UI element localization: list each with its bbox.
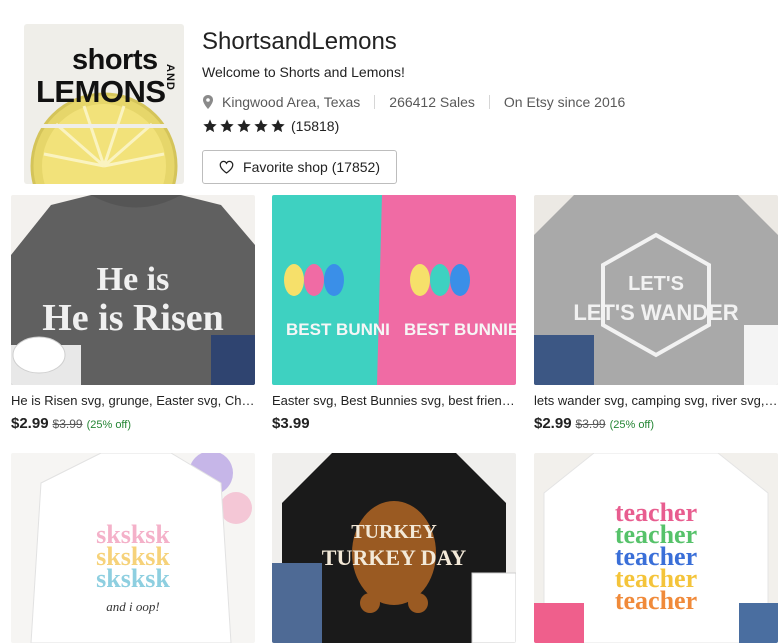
shop-meta: Kingwood Area, Texas 266412 Sales On Ets… xyxy=(202,94,625,110)
shop-page: shorts LEMONS AND ShortsandLemons Welcom… xyxy=(0,0,779,643)
star-icon xyxy=(271,119,285,133)
svg-text:He is: He is xyxy=(97,261,170,298)
shop-since: On Etsy since 2016 xyxy=(503,94,626,110)
shop-tagline: Welcome to Shorts and Lemons! xyxy=(202,64,405,80)
price: $2.99 xyxy=(534,415,572,432)
price-row: $2.99 $3.99 (25% off) xyxy=(534,415,654,432)
listing-image[interactable]: TURKEY TURKEY DAY xyxy=(272,453,516,643)
discount-badge: (25% off) xyxy=(86,419,132,431)
heart-icon xyxy=(219,160,234,174)
listing-image-text: sksksk xyxy=(96,564,170,593)
listing-image[interactable]: LET'S LET'S WANDER xyxy=(534,195,778,385)
logo-text-shorts: shorts xyxy=(72,44,158,76)
listing-image[interactable]: teacher teacher teacher teacher teacher xyxy=(534,453,778,643)
location-pin-icon xyxy=(203,95,213,109)
listing-image[interactable]: He is He is Risen xyxy=(11,195,255,385)
price: $3.99 xyxy=(272,415,310,432)
favorite-shop-label: Favorite shop (17852) xyxy=(243,159,380,175)
star-icon xyxy=(237,119,251,133)
listing-title[interactable]: He is Risen svg, grunge, Easter svg, Chr… xyxy=(11,393,255,408)
price-row: $2.99 $3.99 (25% off) xyxy=(11,415,131,432)
listing-title[interactable]: lets wander svg, camping svg, river svg,… xyxy=(534,393,778,408)
star-icon xyxy=(220,119,234,133)
listing-image[interactable]: sksksk sksksk sksksk and i oop! xyxy=(11,453,255,643)
listing-title[interactable]: Easter svg, Best Bunnies svg, best frien… xyxy=(272,393,516,408)
shop-rating[interactable]: (15818) xyxy=(202,118,339,134)
logo-text-lemons: LEMONS xyxy=(36,74,166,109)
price: $2.99 xyxy=(11,415,49,432)
listing-image-subtext: and i oop! xyxy=(106,599,159,614)
listing-image-text: teacher xyxy=(615,586,697,615)
original-price: $3.99 xyxy=(575,417,606,431)
star-icon xyxy=(254,119,268,133)
svg-text:LET'S: LET'S xyxy=(628,273,684,295)
shop-location: Kingwood Area, Texas xyxy=(202,94,360,110)
meta-divider xyxy=(488,95,490,109)
listing-image[interactable]: BEST BUNNI BEST BUNNIES xyxy=(272,195,516,385)
svg-text:BEST BUNNI: BEST BUNNI xyxy=(286,320,390,339)
original-price: $3.99 xyxy=(52,417,83,431)
shop-location-text: Kingwood Area, Texas xyxy=(222,94,361,110)
listing-image-text: He is Risen xyxy=(42,297,224,339)
price-row: $3.99 xyxy=(272,415,310,432)
shop-sales[interactable]: 266412 Sales xyxy=(389,94,475,110)
listing-image-text: LET'S WANDER xyxy=(573,300,738,325)
svg-text:TURKEY: TURKEY xyxy=(351,521,437,543)
star-icon xyxy=(203,119,217,133)
favorite-shop-button[interactable]: Favorite shop (17852) xyxy=(202,150,397,184)
discount-badge: (25% off) xyxy=(609,419,655,431)
shop-name[interactable]: ShortsandLemons xyxy=(202,28,397,56)
shop-logo[interactable]: shorts LEMONS AND xyxy=(24,24,184,184)
rating-stars xyxy=(202,118,286,134)
listing-image-text: BEST BUNNIES xyxy=(404,320,516,339)
rating-count: (15818) xyxy=(291,118,340,134)
meta-divider xyxy=(374,95,376,109)
logo-text-and: AND xyxy=(164,64,176,91)
listing-image-text: TURKEY DAY xyxy=(322,545,467,570)
